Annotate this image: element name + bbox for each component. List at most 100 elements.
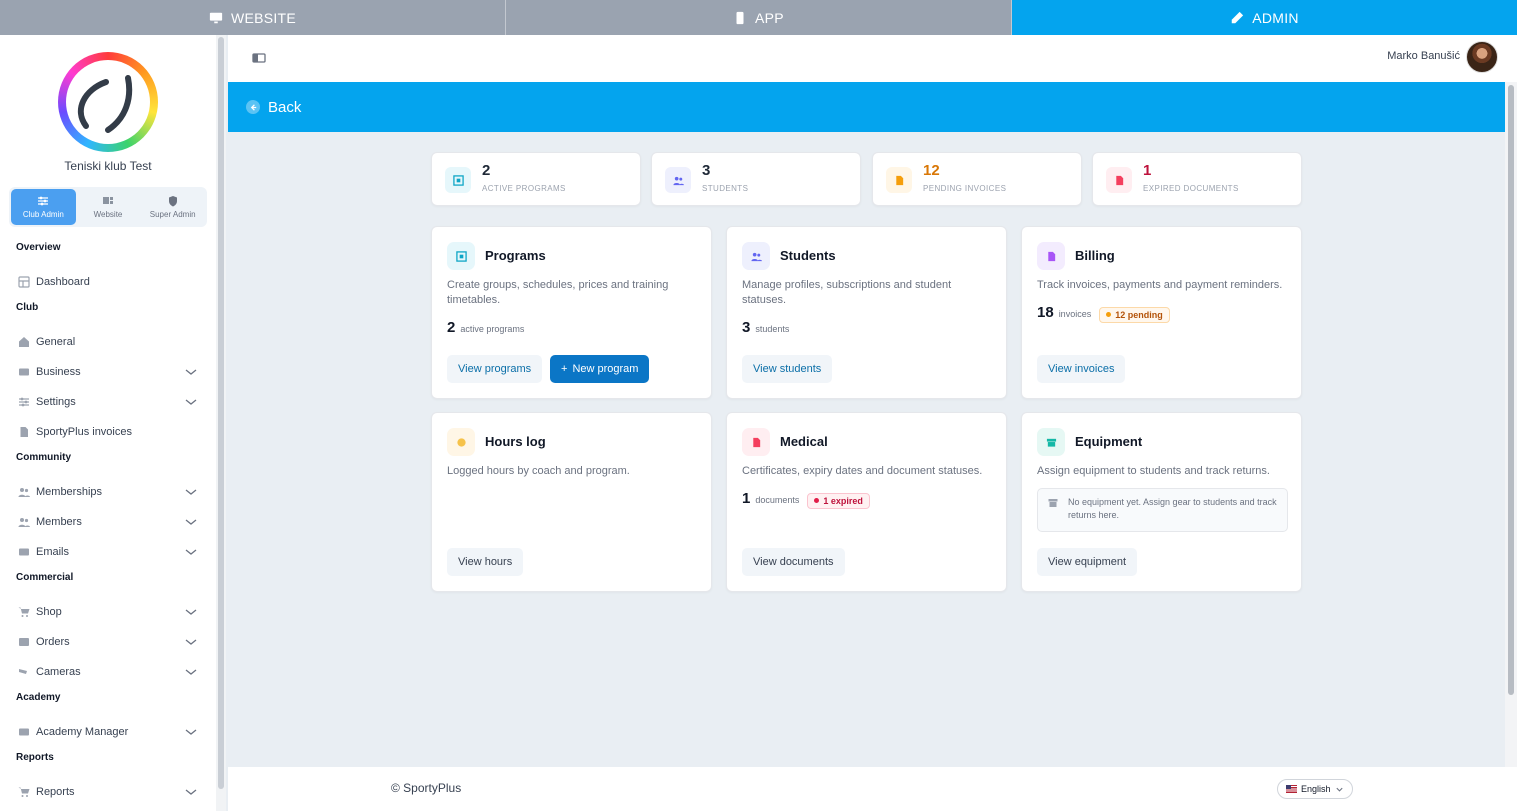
sidebar-item-general[interactable]: General (0, 327, 216, 357)
dot-icon (1106, 312, 1112, 317)
chevron-down-icon[interactable] (184, 725, 198, 739)
back-button[interactable]: Back (228, 82, 1505, 132)
camera-icon (18, 666, 30, 678)
main-scrollbar-thumb[interactable] (1508, 85, 1514, 695)
grid-icon (447, 242, 475, 270)
card-title: Medical (780, 434, 828, 449)
card-description: Track invoices, payments and payment rem… (1037, 279, 1283, 291)
sidebar-item-label: SportyPlus invoices (36, 426, 132, 438)
view-hours-button[interactable]: View hours (447, 548, 524, 576)
nav-section-overview: Overview (16, 242, 61, 253)
chevron-down-icon[interactable] (184, 515, 198, 529)
sidebar-item-shop[interactable]: Shop (0, 597, 216, 627)
card-icon (18, 726, 30, 738)
cart-icon (18, 606, 30, 618)
dashboard-icon (18, 276, 30, 288)
chevron-down-icon[interactable] (184, 665, 198, 679)
equipment-empty-state: No equipment yet. Assign gear to student… (1037, 488, 1288, 532)
stat-value: 3 (702, 162, 711, 179)
mode-admin-tab[interactable]: ADMIN (1012, 0, 1517, 35)
sidebar-item-memberships[interactable]: Memberships (0, 477, 216, 507)
sidebar-scrollbar-thumb[interactable] (218, 37, 224, 789)
view-programs-button[interactable]: View programs (447, 355, 543, 383)
chevron-down-icon[interactable] (184, 605, 198, 619)
count-unit: documents (755, 495, 800, 505)
nav-section-commercial: Commercial (16, 572, 74, 583)
sidebar-item-reports[interactable]: Reports (0, 777, 216, 807)
mode-website-tab[interactable]: WEBSITE (0, 0, 506, 35)
new-program-button[interactable]: + New program (550, 355, 650, 383)
nav-section-academy: Academy (16, 692, 61, 703)
chevron-down-icon[interactable] (184, 545, 198, 559)
sidebar-scrollbar[interactable] (216, 35, 226, 811)
back-label: Back (268, 98, 302, 116)
role-switch: Club Admin Website Super Admin (9, 187, 207, 227)
card-description: Assign equipment to students and track r… (1037, 465, 1270, 477)
card-icon (18, 366, 30, 378)
mobile-icon (736, 11, 744, 24)
sidebar-item-dashboard[interactable]: Dashboard (0, 267, 216, 297)
view-documents-button[interactable]: View documents (742, 548, 845, 576)
sidebar-item-label: Reports (36, 786, 75, 798)
sidebar-item-members[interactable]: Members (0, 507, 216, 537)
view-students-button[interactable]: View students (742, 355, 833, 383)
plus-icon: + (561, 363, 568, 375)
sidebar-item-settings[interactable]: Settings (0, 387, 216, 417)
view-invoices-button[interactable]: View invoices (1037, 355, 1126, 383)
count-value: 1 (742, 490, 751, 507)
language-select[interactable]: English (1277, 779, 1353, 799)
stat-expired-documents: 1 EXPIRED DOCUMENTS (1092, 152, 1302, 206)
top-header: Marko Banušić (228, 35, 1517, 82)
sidebar-item-orders[interactable]: Orders (0, 627, 216, 657)
expired-badge-label: 1 expired (823, 495, 863, 506)
invoice-icon (1037, 242, 1065, 270)
sidebar-item-label: Members (36, 516, 82, 528)
us-flag-icon (1286, 785, 1297, 793)
chevron-down-icon[interactable] (184, 395, 198, 409)
chevron-down-icon[interactable] (184, 365, 198, 379)
role-website[interactable]: Website (76, 189, 141, 225)
document-icon (18, 426, 30, 438)
card-description: Manage profiles, subscriptions and stude… (742, 279, 952, 306)
sidebar-item-label: Academy Manager (36, 726, 129, 738)
view-equipment-button[interactable]: View equipment (1037, 548, 1138, 576)
role-club-admin[interactable]: Club Admin (11, 189, 76, 225)
sidebar-item-label: Orders (36, 636, 70, 648)
sliders-icon (18, 396, 30, 408)
sidebar-item-business[interactable]: Business (0, 357, 216, 387)
mode-app-tab[interactable]: APP (506, 0, 1012, 35)
sliders-icon (38, 196, 49, 206)
club-name: Teniski klub Test (64, 159, 152, 173)
sidebar-item-sportyplus-invoices[interactable]: SportyPlus invoices (0, 417, 216, 447)
nav-section-reports: Reports (16, 752, 54, 763)
hours-log-card: Hours log Logged hours by coach and prog… (431, 412, 712, 592)
sidebar: Teniski klub Test Club Admin Website Sup… (0, 35, 216, 811)
sidebar-item-label: Cameras (36, 666, 81, 678)
arrow-left-icon (246, 100, 260, 114)
stat-value: 12 (923, 162, 940, 179)
chevron-down-icon[interactable] (184, 635, 198, 649)
box-icon (1048, 499, 1058, 507)
footer: © SportyPlus English (228, 767, 1517, 811)
chevron-down-icon[interactable] (184, 485, 198, 499)
sidebar-item-emails[interactable]: Emails (0, 537, 216, 567)
sidebar-toggle-icon[interactable] (252, 51, 266, 65)
sidebar-item-cameras[interactable]: Cameras (0, 657, 216, 687)
club-logo (58, 52, 158, 152)
main-scrollbar[interactable] (1505, 82, 1517, 767)
role-super-admin[interactable]: Super Admin (140, 189, 205, 225)
grid-icon (445, 167, 471, 193)
chevron-down-icon[interactable] (184, 785, 198, 799)
avatar[interactable] (1466, 41, 1498, 73)
medical-card: Medical Certificates, expiry dates and d… (726, 412, 1007, 592)
mode-app-label: APP (755, 9, 784, 26)
stat-value: 1 (1143, 162, 1152, 179)
stat-pending-invoices: 12 PENDING INVOICES (872, 152, 1082, 206)
sidebar-item-academy-manager[interactable]: Academy Manager (0, 717, 216, 747)
invoice-icon (886, 167, 912, 193)
user-name[interactable]: Marko Banušić (1387, 50, 1460, 62)
role-club-admin-label: Club Admin (22, 210, 64, 219)
monitor-icon (209, 12, 223, 23)
users-icon (742, 242, 770, 270)
card-title: Equipment (1075, 434, 1143, 449)
